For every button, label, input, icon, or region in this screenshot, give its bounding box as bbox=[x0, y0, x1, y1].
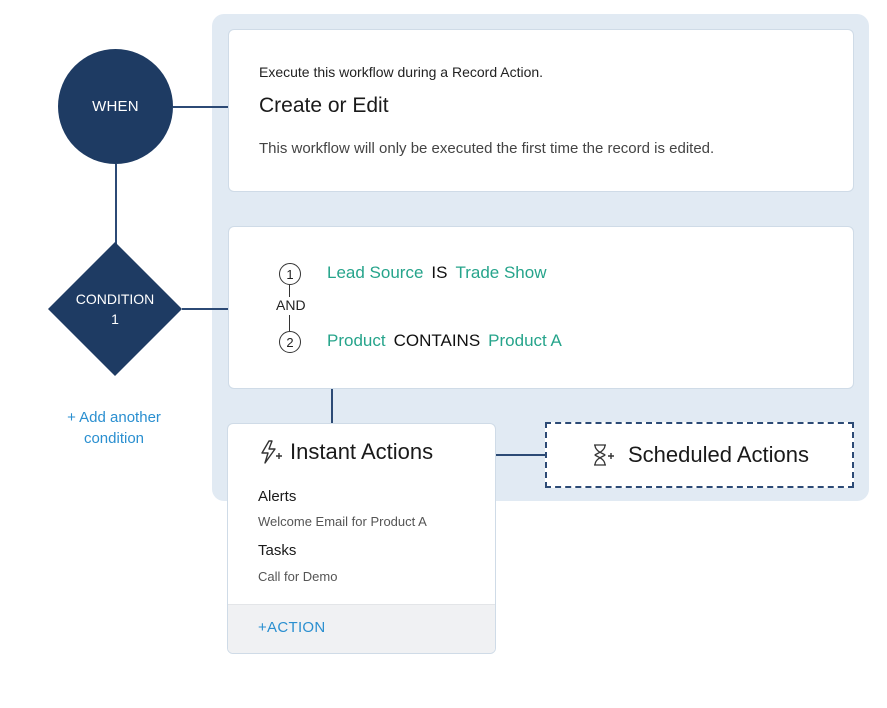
criteria-row-1[interactable]: Lead Source IS Trade Show bbox=[327, 263, 547, 283]
and-tick-top bbox=[289, 285, 290, 297]
criteria-operator: CONTAINS bbox=[393, 331, 481, 350]
and-tick-bottom bbox=[289, 315, 290, 331]
connector-condition-card bbox=[182, 308, 228, 310]
criteria-number-2: 2 bbox=[279, 331, 301, 353]
instant-actions-title: Instant Actions bbox=[290, 439, 434, 464]
add-condition-link[interactable]: + Add another condition bbox=[40, 407, 188, 449]
condition-node: CONDITION 1 bbox=[48, 242, 182, 376]
instant-actions-card[interactable]: Instant Actions Alerts Welcome Email for… bbox=[227, 423, 496, 654]
lightning-plus-icon bbox=[261, 440, 282, 464]
criteria-row-2[interactable]: Product CONTAINS Product A bbox=[327, 331, 562, 351]
action-bar: +ACTION bbox=[228, 604, 495, 653]
criteria-value: Product A bbox=[488, 331, 562, 350]
trigger-intro: Execute this workflow during a Record Ac… bbox=[259, 64, 544, 80]
trigger-title: Create or Edit bbox=[259, 94, 389, 117]
instant-actions-header: Instant Actions bbox=[258, 439, 433, 465]
criteria-number-1: 1 bbox=[279, 263, 301, 285]
criteria-field: Lead Source bbox=[327, 263, 424, 282]
connector-condition-actions bbox=[331, 389, 333, 423]
scheduled-actions-label: Scheduled Actions bbox=[627, 442, 810, 467]
when-node-label: WHEN bbox=[92, 98, 139, 115]
condition-node-number: 1 bbox=[111, 311, 119, 327]
add-action-button[interactable]: +ACTION bbox=[258, 619, 326, 636]
criteria-value: Trade Show bbox=[455, 263, 547, 282]
alerts-label: Alerts bbox=[258, 488, 297, 505]
trigger-card[interactable]: Execute this workflow during a Record Ac… bbox=[228, 29, 854, 192]
scheduled-actions-button[interactable]: Scheduled Actions bbox=[545, 422, 854, 488]
connector-when-card bbox=[173, 106, 228, 108]
condition-node-label: CONDITION bbox=[75, 291, 155, 307]
when-node: WHEN bbox=[58, 49, 173, 164]
tasks-label: Tasks bbox=[258, 542, 297, 559]
alert-item[interactable]: Welcome Email for Product A bbox=[258, 514, 427, 529]
hourglass-plus-icon bbox=[593, 444, 614, 466]
criteria-field: Product bbox=[327, 331, 386, 350]
task-item[interactable]: Call for Demo bbox=[258, 569, 337, 584]
trigger-description: This workflow will only be executed the … bbox=[259, 140, 715, 157]
connector-instant-scheduled bbox=[496, 454, 545, 456]
and-connector: AND bbox=[276, 297, 306, 313]
criteria-operator: IS bbox=[431, 263, 448, 282]
condition-card[interactable]: 1 AND 2 Lead Source IS Trade Show Product C… bbox=[228, 226, 854, 389]
connector-when-condition bbox=[115, 164, 117, 244]
